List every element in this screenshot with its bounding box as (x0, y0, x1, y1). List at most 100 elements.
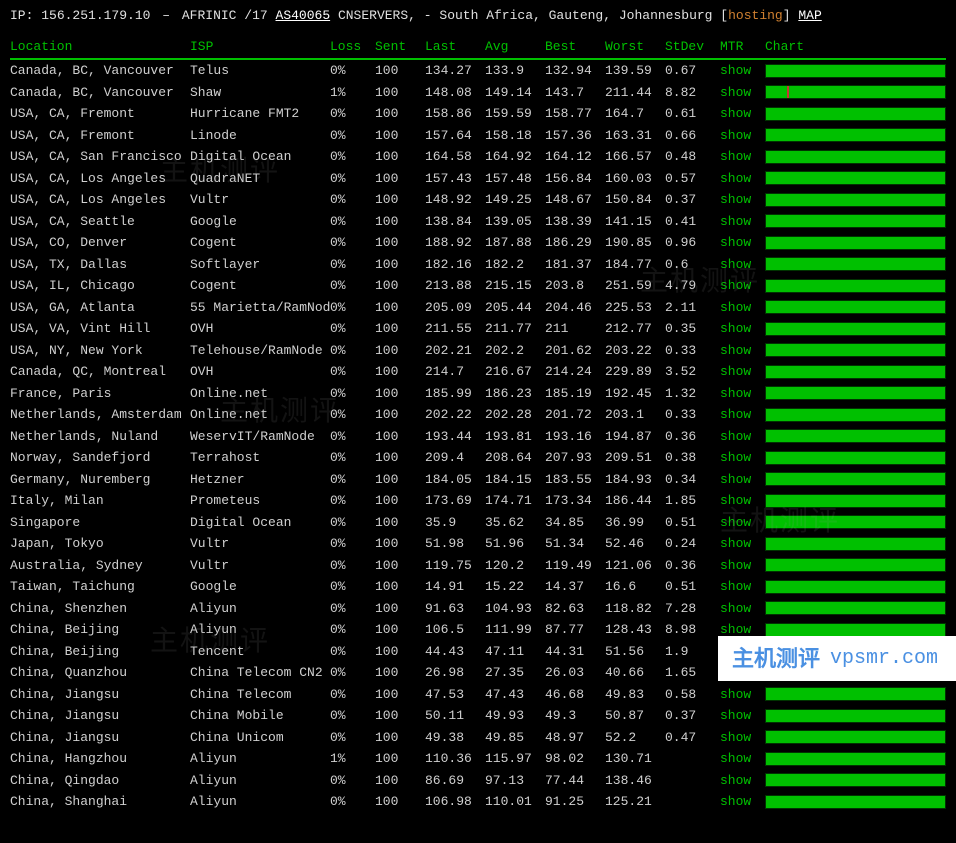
mtr-show-link[interactable]: show (720, 751, 751, 766)
cell-avg: 159.59 (485, 103, 545, 125)
mtr-show-link[interactable]: show (720, 794, 751, 809)
mtr-show-link[interactable]: show (720, 171, 751, 186)
cell-worst: 163.31 (605, 125, 665, 147)
cell-best: 82.63 (545, 598, 605, 620)
cell-avg: 49.93 (485, 705, 545, 727)
bracket-r: ] (783, 8, 791, 23)
cell-chart (765, 512, 946, 534)
cell-chart (765, 254, 946, 276)
cell-sent: 100 (375, 447, 425, 469)
cell-mtr: show (720, 189, 765, 211)
mtr-show-link[interactable]: show (720, 257, 751, 272)
latency-bar-chart (765, 429, 946, 443)
map-link[interactable]: MAP (798, 8, 821, 23)
mtr-show-link[interactable]: show (720, 128, 751, 143)
cell-avg: 202.2 (485, 340, 545, 362)
mtr-show-link[interactable]: show (720, 63, 751, 78)
table-row: Japan, TokyoVultr0%10051.9851.9651.3452.… (10, 533, 946, 555)
asn-link[interactable]: AS40065 (276, 8, 331, 23)
cell-mtr: show (720, 211, 765, 233)
mtr-show-link[interactable]: show (720, 321, 751, 336)
cell-worst: 251.59 (605, 275, 665, 297)
cell-stdev: 0.41 (665, 211, 720, 233)
cell-chart (765, 705, 946, 727)
cell-mtr: show (720, 103, 765, 125)
mtr-show-link[interactable]: show (720, 558, 751, 573)
mtr-show-link[interactable]: show (720, 300, 751, 315)
latency-bar-fill (766, 796, 945, 808)
cell-worst: 211.44 (605, 82, 665, 104)
cell-stdev: 0.36 (665, 555, 720, 577)
cell-worst: 52.2 (605, 727, 665, 749)
latency-bar-fill (766, 129, 945, 141)
table-row: China, JiangsuChina Unicom0%10049.3849.8… (10, 727, 946, 749)
mtr-show-link[interactable]: show (720, 472, 751, 487)
cell-isp: 55 Marietta/RamNode (190, 297, 330, 319)
cell-mtr: show (720, 447, 765, 469)
cell-mtr: show (720, 59, 765, 82)
cell-last: 193.44 (425, 426, 485, 448)
cell-best: 181.37 (545, 254, 605, 276)
mtr-show-link[interactable]: show (720, 85, 751, 100)
mtr-show-link[interactable]: show (720, 601, 751, 616)
cell-sent: 100 (375, 168, 425, 190)
cell-best: 158.77 (545, 103, 605, 125)
cell-location: Australia, Sydney (10, 555, 190, 577)
cell-sent: 100 (375, 576, 425, 598)
cell-stdev: 0.57 (665, 168, 720, 190)
cell-sent: 100 (375, 404, 425, 426)
cell-avg: 104.93 (485, 598, 545, 620)
mtr-show-link[interactable]: show (720, 708, 751, 723)
col-isp: ISP (190, 36, 330, 60)
mtr-show-link[interactable]: show (720, 386, 751, 401)
cell-mtr: show (720, 469, 765, 491)
latency-bar-fill (766, 194, 945, 206)
cell-isp: Online.net (190, 404, 330, 426)
table-row: Canada, BC, VancouverShaw1%100148.08149.… (10, 82, 946, 104)
cell-isp: Digital Ocean (190, 146, 330, 168)
mtr-show-link[interactable]: show (720, 235, 751, 250)
cell-sent: 100 (375, 555, 425, 577)
latency-bar-fill (766, 344, 945, 356)
cell-loss: 0% (330, 232, 375, 254)
mtr-show-link[interactable]: show (720, 622, 751, 637)
mtr-show-link[interactable]: show (720, 493, 751, 508)
cell-isp: Vultr (190, 555, 330, 577)
latency-bar-chart (765, 752, 946, 766)
cell-stdev: 7.28 (665, 598, 720, 620)
cell-mtr: show (720, 490, 765, 512)
table-row: USA, CA, FremontLinode0%100157.64158.181… (10, 125, 946, 147)
cell-mtr: show (720, 791, 765, 813)
mtr-show-link[interactable]: show (720, 214, 751, 229)
cell-sent: 100 (375, 59, 425, 82)
cell-stdev: 0.37 (665, 189, 720, 211)
cell-loss: 0% (330, 791, 375, 813)
cell-best: 156.84 (545, 168, 605, 190)
cell-chart (765, 59, 946, 82)
mtr-show-link[interactable]: show (720, 192, 751, 207)
cell-sent: 100 (375, 275, 425, 297)
mtr-show-link[interactable]: show (720, 343, 751, 358)
cell-sent: 100 (375, 490, 425, 512)
mtr-show-link[interactable]: show (720, 106, 751, 121)
mtr-show-link[interactable]: show (720, 278, 751, 293)
cell-stdev: 0.35 (665, 318, 720, 340)
latency-bar-fill (766, 710, 945, 722)
mtr-show-link[interactable]: show (720, 536, 751, 551)
mtr-show-link[interactable]: show (720, 149, 751, 164)
mtr-show-link[interactable]: show (720, 730, 751, 745)
mtr-show-link[interactable]: show (720, 450, 751, 465)
cell-best: 157.36 (545, 125, 605, 147)
mtr-show-link[interactable]: show (720, 687, 751, 702)
mtr-show-link[interactable]: show (720, 773, 751, 788)
mtr-show-link[interactable]: show (720, 515, 751, 530)
cell-avg: 208.64 (485, 447, 545, 469)
cell-last: 182.16 (425, 254, 485, 276)
col-chart: Chart (765, 36, 946, 60)
cell-location: China, Shanghai (10, 791, 190, 813)
mtr-show-link[interactable]: show (720, 579, 751, 594)
mtr-show-link[interactable]: show (720, 429, 751, 444)
cell-last: 106.98 (425, 791, 485, 813)
mtr-show-link[interactable]: show (720, 364, 751, 379)
mtr-show-link[interactable]: show (720, 407, 751, 422)
